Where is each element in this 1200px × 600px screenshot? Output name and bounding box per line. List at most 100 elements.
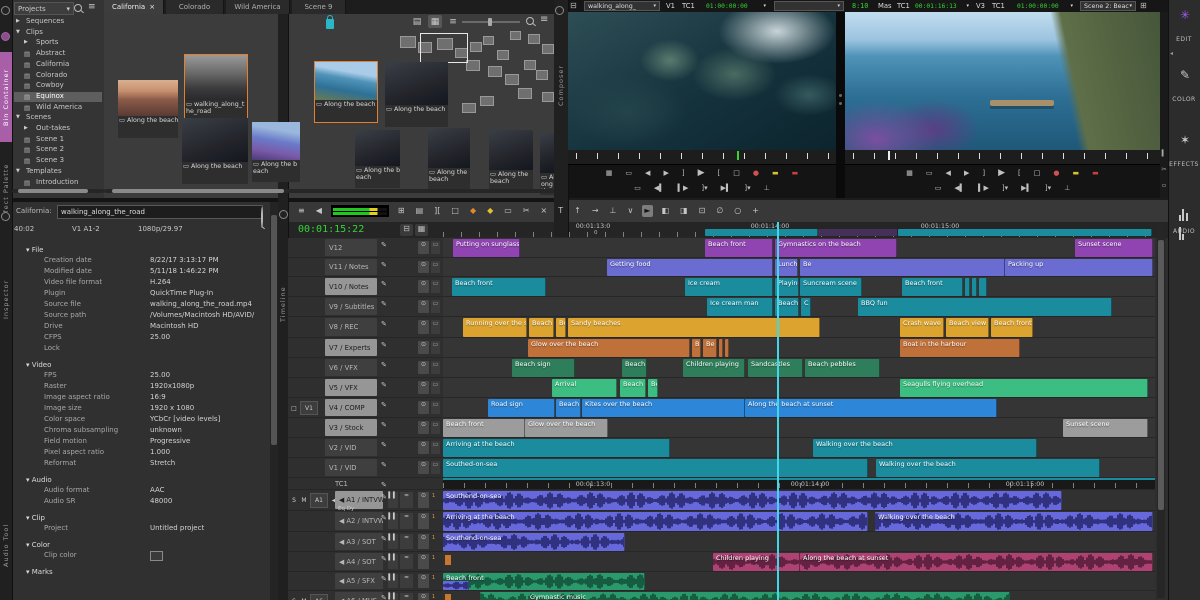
timeline-vscroll-thumb[interactable] (1158, 240, 1164, 510)
app-icon[interactable] (1, 6, 10, 15)
tree-item-colorado[interactable]: Colorado (36, 71, 102, 81)
timeline-clip[interactable] (719, 339, 723, 357)
track-automation-icon-A4[interactable]: ≈ (400, 554, 413, 569)
track-lock-icon-V9[interactable]: ▭ (431, 300, 440, 313)
track-automation-icon-A6[interactable]: ≈ (400, 593, 413, 600)
track-monitor-icon-V6[interactable]: ⊙ (418, 361, 429, 374)
section-header-audio[interactable]: ▾ Audio (12, 470, 270, 486)
pencil-icon-V7[interactable]: ✎ (381, 341, 390, 352)
track-monitor-icon-A5[interactable]: ⊙ (418, 574, 429, 588)
projects-dropdown[interactable]: Projects▾ (14, 2, 74, 15)
timeline-clip[interactable]: Walking over the beach (875, 512, 1153, 531)
timeline-clip[interactable]: Beach sign (512, 359, 575, 377)
track-lock-icon-V8[interactable]: ▭ (431, 320, 440, 334)
tree-arrow-icon[interactable]: ▼ (16, 168, 22, 176)
timeline-clip[interactable] (898, 229, 1152, 236)
section-header-clip[interactable]: ▾ Clip (12, 508, 270, 524)
section-header-file[interactable]: ▾ File (12, 240, 270, 256)
transport-button[interactable]: ⊥ (1064, 184, 1070, 192)
transport-button[interactable]: ▶▍ (721, 184, 732, 192)
clip-color-swatch[interactable] (150, 551, 163, 561)
side-strip-icon[interactable]: ▫ (1160, 182, 1168, 192)
divider-dot[interactable] (839, 102, 842, 105)
transport-button[interactable]: ▶ (964, 169, 969, 177)
patch-A6-1[interactable]: M (300, 594, 308, 600)
transport-button[interactable]: ▬ (772, 169, 779, 177)
timeline-clip[interactable]: Beach (622, 359, 647, 377)
timeline-clip[interactable] (443, 581, 469, 590)
toolbar-button-13[interactable]: ↑ (572, 205, 583, 217)
tree-arrow-icon[interactable]: ▶ (24, 125, 30, 133)
track-lock-icon-V11[interactable]: ▭ (431, 261, 440, 273)
tree-item-scene-2[interactable]: Scene 2 (36, 145, 102, 155)
inspector-search-icon[interactable] (261, 207, 263, 228)
timeline-clip[interactable]: Beach (620, 379, 646, 397)
toolbar-button-8[interactable]: ◆ (485, 205, 495, 217)
track-name-A2[interactable]: ◀ A2 / INTVW (335, 512, 383, 530)
track-meter-icon-A1[interactable]: ▍▍ (388, 492, 398, 508)
track-name-V10[interactable]: V10 / Notes (325, 278, 377, 295)
transport-button[interactable]: ▶▍ (1021, 184, 1032, 192)
track-name-V3[interactable]: V3 / Stock (325, 419, 377, 436)
track-lock-icon-V6[interactable]: ▭ (431, 361, 440, 374)
sidebar-collapse-icon[interactable]: ◂ (1170, 50, 1176, 58)
track-name-V6[interactable]: V6 / VFX (325, 359, 377, 376)
track-lock-icon-V5[interactable]: ▭ (431, 381, 440, 394)
timecode-view-button[interactable]: ▦ (415, 224, 428, 236)
pencil-icon-V9[interactable]: ✎ (381, 300, 390, 311)
timeline-clip[interactable]: Packing up (1005, 259, 1153, 276)
timeline-clip[interactable]: Beach pebbles (805, 359, 880, 377)
timeline-clip[interactable]: Kites over the beach (582, 399, 745, 417)
tree-item-scene-1[interactable]: Scene 1 (36, 135, 102, 145)
project-hscroll-thumb[interactable] (18, 189, 88, 193)
timeline-clip[interactable]: Children playing (683, 359, 745, 377)
toolbar-button-23[interactable]: + (750, 205, 761, 217)
track-name-A5[interactable]: ◀ A5 / SFX (335, 573, 383, 589)
toolbar-button-20[interactable]: ⊡ (697, 205, 708, 217)
timeline-clip[interactable]: Southend-on-sea (443, 491, 1062, 510)
timeline-track-row-TC1[interactable]: 00:01:13:000:01:14:0000:01:15:00 (443, 478, 1155, 490)
edit-mode-icon[interactable]: ✳ (1176, 8, 1194, 24)
tree-item-wild-america[interactable]: Wild America (36, 103, 102, 113)
timeline-clip[interactable]: Beach front (991, 318, 1033, 337)
timeline-clip[interactable]: Arriving at the beach (443, 512, 868, 531)
transport-play-button[interactable]: ▶ (998, 168, 1005, 178)
toolbar-button-9[interactable]: ▭ (502, 205, 514, 217)
scrub-position-marker[interactable] (737, 151, 739, 160)
rail-tab-audio-tool[interactable]: Audio Tool (0, 512, 12, 578)
timeline-clip[interactable]: B (692, 339, 701, 357)
timeline-clip[interactable]: Beach (556, 399, 581, 417)
timeline-clip[interactable]: Beach front (705, 239, 773, 257)
tree-item-scenes[interactable]: Scenes (26, 113, 92, 123)
timeline-clip[interactable]: Gymnastic music (480, 592, 1010, 600)
record-scrub-bar[interactable] (845, 150, 1160, 165)
track-name-V4[interactable]: V4 / COMP (325, 399, 377, 416)
timeline-clip[interactable]: Sandy beaches (568, 318, 820, 337)
toolbar-button-6[interactable]: □ (449, 205, 461, 217)
timeline-clip[interactable]: Be (556, 318, 566, 337)
toolbar-button-16[interactable]: ∨ (625, 205, 635, 217)
track-name-TC1[interactable]: TC1 (335, 480, 375, 489)
tree-arrow-icon[interactable]: ▶ (16, 18, 22, 26)
toolbar-button-15[interactable]: ⊥ (608, 205, 619, 217)
transport-button[interactable]: ▍▶ (678, 184, 689, 192)
track-meter-icon-A5[interactable]: ▍▍ (388, 574, 398, 588)
pencil-icon-V1[interactable]: ✎ (381, 461, 390, 472)
timeline-clip[interactable]: Road sign (488, 399, 555, 417)
tree-item-sports[interactable]: Sports (36, 38, 102, 48)
toolbar-button-4[interactable]: ▤ (414, 205, 426, 217)
playhead[interactable] (777, 222, 779, 600)
timeline-clip[interactable] (965, 278, 970, 296)
pencil-icon-V8[interactable]: ✎ (381, 320, 390, 331)
toolbar-button-5[interactable]: ][ (432, 205, 442, 217)
track-lock-icon-V12[interactable]: ▭ (431, 241, 440, 254)
transport-button[interactable]: ▦ (606, 169, 613, 177)
track-monitor-icon-V1[interactable]: ⊙ (418, 461, 429, 474)
timeline-clip[interactable]: Beach front (443, 419, 525, 437)
rail-tab-inspector[interactable]: Inspector (0, 266, 12, 332)
bin-clip-card[interactable]: ▭ Along the beach (489, 130, 533, 192)
bin-clip-card[interactable]: ▭ Along the beach (428, 128, 470, 190)
source-timecode[interactable]: 01:00:00:00▾ (703, 1, 769, 11)
timeline-clip[interactable]: Children playing (713, 553, 800, 571)
timeline-clip[interactable]: Be (648, 379, 658, 397)
